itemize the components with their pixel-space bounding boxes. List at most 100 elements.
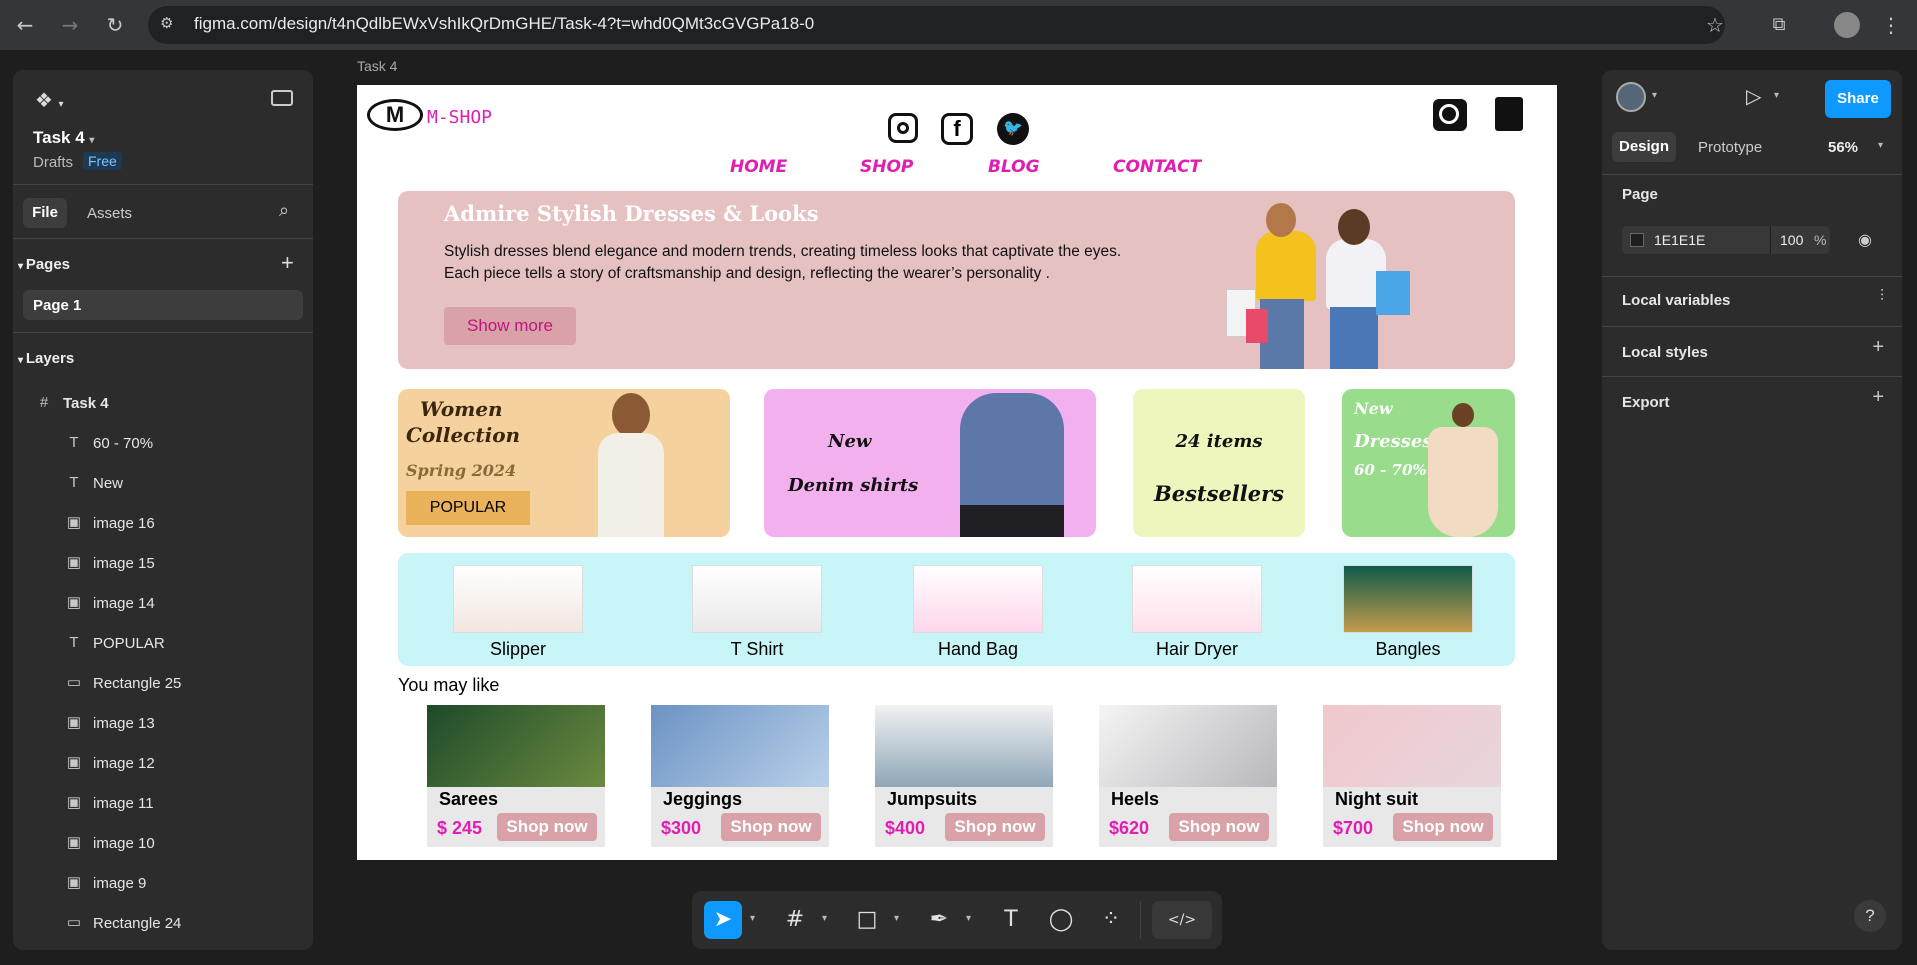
nav-contact[interactable]: CONTACT	[1113, 157, 1201, 177]
chevron-down-icon[interactable]: ▾	[822, 913, 827, 924]
page-item-page-1[interactable]: Page 1	[23, 290, 303, 320]
page-color-hex[interactable]: 1E1E1E	[1654, 232, 1705, 248]
layers-header[interactable]: ▾ Layers	[18, 350, 74, 367]
promo-bestsellers[interactable]: 24 items Bestsellers	[1133, 389, 1305, 537]
tab-prototype[interactable]: Prototype	[1698, 139, 1762, 156]
file-name[interactable]: Task 4 ▾	[33, 128, 94, 148]
pen-tool-icon[interactable]: ✒	[920, 901, 958, 939]
layer-item[interactable]: ▣ image 14	[13, 584, 313, 624]
divider	[1602, 376, 1902, 377]
color-swatch[interactable]	[1630, 233, 1644, 247]
chevron-down-icon[interactable]: ▾	[966, 913, 971, 924]
layer-item[interactable]: ▣ image 15	[13, 544, 313, 584]
nav-home[interactable]: HOME	[730, 157, 787, 177]
shop-now-button[interactable]: Shop now	[945, 813, 1045, 841]
show-more-button[interactable]: Show more	[444, 307, 576, 345]
divider	[1602, 174, 1902, 175]
share-button[interactable]: Share	[1825, 80, 1891, 118]
facebook-icon[interactable]: f	[941, 113, 973, 145]
promo-denim-shirts[interactable]: New Denim shirts	[764, 389, 1096, 537]
design-frame[interactable]: M M-SHOP f 🐦 HOME SHOP BLOG CONTACT Admi…	[357, 85, 1557, 860]
reload-icon[interactable]: ↻	[100, 10, 130, 40]
product-card[interactable]: Jumpsuits $400 Shop now	[875, 705, 1053, 847]
local-variables-section[interactable]: Local variables	[1622, 292, 1730, 309]
image-icon: ▣	[66, 874, 82, 891]
twitter-icon[interactable]: 🐦	[997, 113, 1029, 145]
shop-now-button[interactable]: Shop now	[1393, 813, 1493, 841]
chevron-down-icon[interactable]: ▾	[750, 913, 755, 924]
forward-arrow-icon[interactable]: →	[55, 10, 85, 40]
visibility-eye-icon[interactable]: ◉	[1858, 230, 1872, 250]
layer-item[interactable]: ▣ image 16	[13, 504, 313, 544]
back-arrow-icon[interactable]: ←	[10, 10, 40, 40]
add-export-icon[interactable]: +	[1872, 386, 1884, 409]
search-icon[interactable]: ⌕	[279, 200, 289, 221]
layer-item[interactable]: ▣ image 12	[13, 744, 313, 784]
site-settings-icon[interactable]: ⚙	[160, 14, 173, 32]
shopping-bag-icon[interactable]	[1495, 97, 1523, 131]
shop-now-button[interactable]: Shop now	[721, 813, 821, 841]
product-card[interactable]: Jeggings $300 Shop now	[651, 705, 829, 847]
present-play-icon[interactable]: ▷	[1746, 84, 1761, 109]
layer-item[interactable]: ▣ image 9	[13, 864, 313, 904]
export-section[interactable]: Export	[1622, 394, 1670, 411]
shop-now-button[interactable]: Shop now	[497, 813, 597, 841]
profile-avatar[interactable]	[1834, 12, 1860, 38]
category-item[interactable]: Bangles	[1343, 565, 1473, 660]
search-icon[interactable]	[1433, 99, 1467, 131]
tab-file[interactable]: File	[23, 198, 67, 228]
promo-women-collection[interactable]: Women Collection Spring 2024 POPULAR	[398, 389, 730, 537]
chevron-down-icon[interactable]: ▾	[894, 913, 899, 924]
zoom-level[interactable]: 56%	[1828, 139, 1858, 156]
tab-design[interactable]: Design	[1612, 132, 1676, 162]
add-style-icon[interactable]: +	[1872, 336, 1884, 359]
layer-item[interactable]: ▣ image 13	[13, 704, 313, 744]
help-icon[interactable]: ?	[1854, 900, 1886, 932]
layer-item[interactable]: T POPULAR	[13, 624, 313, 664]
category-item[interactable]: Hair Dryer	[1132, 565, 1262, 660]
nav-blog[interactable]: BLOG	[988, 157, 1040, 177]
tab-assets[interactable]: Assets	[87, 205, 132, 222]
extensions-icon[interactable]: ⧉	[1764, 10, 1794, 40]
rectangle-tool-icon[interactable]: □	[848, 901, 886, 939]
frame-tool-icon[interactable]: #	[776, 901, 814, 939]
instagram-icon[interactable]	[888, 113, 918, 143]
local-styles-section[interactable]: Local styles	[1622, 344, 1708, 361]
shop-now-button[interactable]: Shop now	[1169, 813, 1269, 841]
actions-tool-icon[interactable]: ⁘	[1092, 901, 1130, 939]
product-card[interactable]: Heels $620 Shop now	[1099, 705, 1277, 847]
promo-new-dresses[interactable]: New Dresses 60 - 70%	[1342, 389, 1515, 537]
add-page-icon[interactable]: +	[281, 250, 294, 276]
variables-settings-icon[interactable]: ⫶	[1880, 288, 1884, 306]
browser-menu-icon[interactable]: ⋮	[1876, 10, 1906, 40]
nav-shop[interactable]: SHOP	[860, 157, 913, 177]
chevron-down-icon[interactable]: ▾	[1774, 90, 1779, 101]
text-tool-icon[interactable]: T	[992, 901, 1030, 939]
page-opacity[interactable]: 100	[1780, 232, 1803, 248]
category-item[interactable]: T Shirt	[692, 565, 822, 660]
category-item[interactable]: Hand Bag	[913, 565, 1043, 660]
user-avatar[interactable]	[1616, 82, 1646, 112]
file-location[interactable]: Drafts	[33, 154, 73, 171]
layer-item[interactable]: ▣ image 10	[13, 824, 313, 864]
comment-tool-icon[interactable]: ◯	[1042, 901, 1080, 939]
layer-item[interactable]: ▣ image 11	[13, 784, 313, 824]
category-item[interactable]: Slipper	[453, 565, 583, 660]
chevron-down-icon[interactable]: ▾	[1878, 140, 1883, 151]
toggle-sidebar-icon[interactable]	[271, 90, 293, 106]
product-card[interactable]: Night suit $700 Shop now	[1323, 705, 1501, 847]
layer-item[interactable]: # Task 4	[13, 384, 313, 424]
pages-header[interactable]: ▾ Pages	[18, 256, 70, 273]
frame-label[interactable]: Task 4	[357, 58, 397, 74]
bookmark-star-icon[interactable]: ☆	[1700, 10, 1730, 40]
figma-menu-icon[interactable]: ❖ ▾	[35, 88, 64, 113]
page-color-field[interactable]: 1E1E1E 100 %	[1622, 226, 1830, 254]
layer-item[interactable]: ▭ Rectangle 24	[13, 904, 313, 944]
product-card[interactable]: Sarees $ 245 Shop now	[427, 705, 605, 847]
layer-item[interactable]: T 60 - 70%	[13, 424, 313, 464]
dev-mode-toggle-icon[interactable]: </>	[1152, 901, 1212, 939]
layer-item[interactable]: ▭ Rectangle 25	[13, 664, 313, 704]
layer-item[interactable]: T New	[13, 464, 313, 504]
move-tool-icon[interactable]: ➤	[704, 901, 742, 939]
chevron-down-icon[interactable]: ▾	[1652, 90, 1657, 101]
